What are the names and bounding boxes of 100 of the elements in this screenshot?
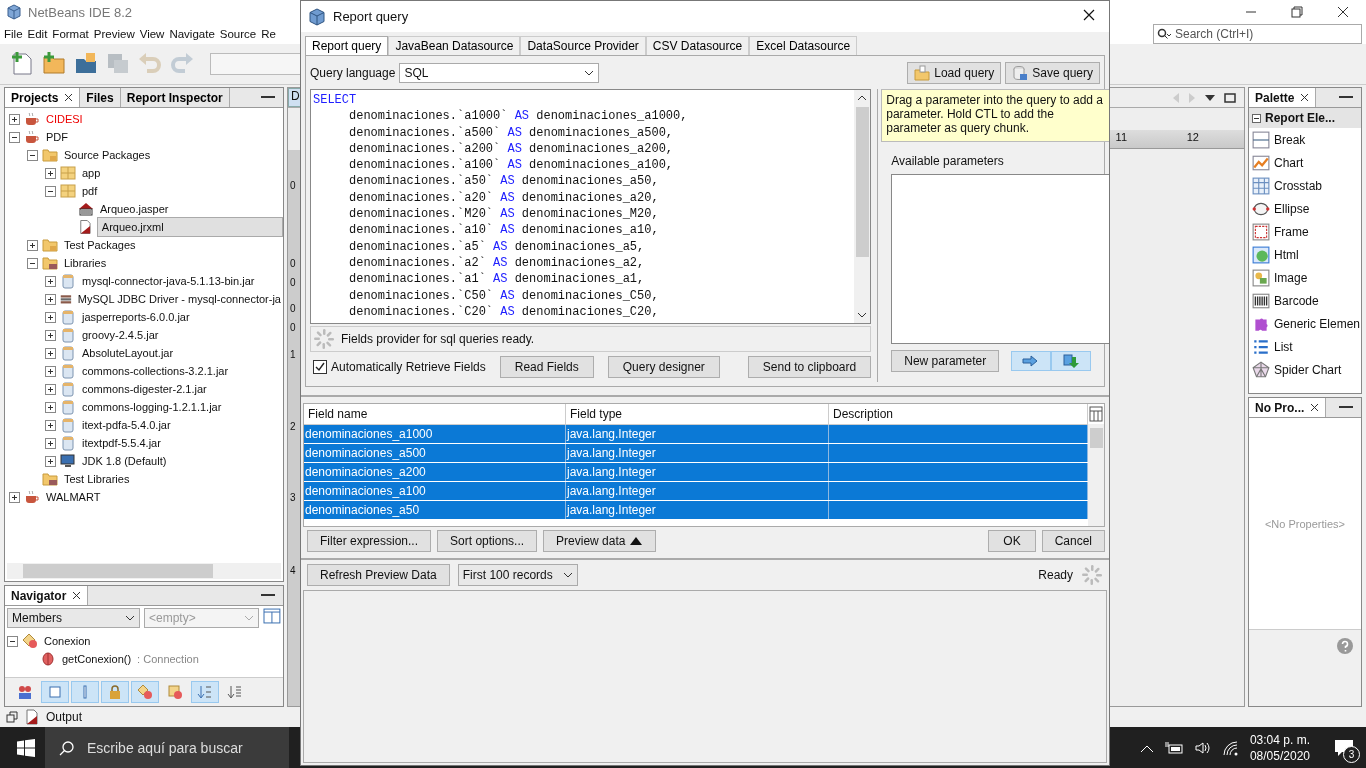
minimize-icon[interactable] <box>261 594 275 597</box>
tree-item[interactable]: commons-collections-3.2.1.jar <box>80 365 231 377</box>
close-icon[interactable] <box>64 93 74 102</box>
chevron-up-icon[interactable] <box>857 93 868 103</box>
tree-toggle[interactable] <box>45 383 56 395</box>
tree-item[interactable]: CIDESI <box>44 113 85 125</box>
palette-item[interactable]: Frame <box>1274 224 1309 239</box>
clock-date[interactable]: 08/05/2020 <box>1249 748 1310 763</box>
menu-item[interactable]: Preview <box>93 28 135 40</box>
tree-item[interactable]: groovy-2.4.5.jar <box>80 329 161 341</box>
tree-toggle[interactable] <box>27 257 38 269</box>
view-dropdown[interactable]: Members <box>7 608 140 628</box>
toggle-button[interactable] <box>101 681 129 703</box>
table-row[interactable]: denominaciones_a1000 java.lang.Integer <box>304 425 1088 444</box>
scrollbar-thumb[interactable] <box>1089 428 1103 448</box>
window-icon[interactable] <box>263 608 281 624</box>
menu-item[interactable]: File <box>4 28 23 40</box>
tab[interactable]: DataSource Provider <box>520 36 646 55</box>
scrollbar-track[interactable] <box>854 90 871 323</box>
search-field[interactable]: Search (Ctrl+I) <box>1153 24 1362 44</box>
tree-item[interactable]: commons-digester-2.1.jar <box>80 383 209 395</box>
tree-item[interactable]: getConexion() <box>60 653 134 665</box>
tree-item[interactable]: itextpdf-5.5.4.jar <box>80 437 163 449</box>
palette-item[interactable]: Crosstab <box>1274 178 1323 193</box>
tree-toggle[interactable] <box>45 365 56 377</box>
column-chooser-icon[interactable] <box>1088 404 1104 424</box>
records-dropdown[interactable]: First 100 records <box>457 564 578 586</box>
tree-item[interactable]: Test Packages <box>62 239 138 251</box>
action-button[interactable]: Read Fields <box>499 356 594 378</box>
tree-item[interactable]: commons-logging-1.2.1.1.jar <box>80 401 224 413</box>
output-tab[interactable]: Output <box>46 710 83 724</box>
column-header[interactable]: Description <box>829 404 1088 424</box>
tree-toggle[interactable] <box>45 437 56 449</box>
save-query-button[interactable]: Save query <box>1005 62 1100 84</box>
tree-item[interactable]: pdf <box>80 185 100 197</box>
battery-icon[interactable] <box>1163 740 1184 755</box>
menu-item[interactable]: View <box>139 28 165 40</box>
tree-toggle[interactable] <box>45 185 56 197</box>
minimize-icon[interactable] <box>1339 96 1353 99</box>
close-icon[interactable] <box>72 591 82 600</box>
tree-toggle[interactable] <box>1252 113 1261 123</box>
filter-button[interactable]: Filter expression... <box>307 530 432 552</box>
maximize-icon[interactable] <box>1224 91 1236 104</box>
tree-item[interactable]: WALMART <box>44 491 103 503</box>
checkbox-label[interactable]: Automatically Retrieve Fields <box>331 360 486 374</box>
close-icon[interactable] <box>1310 403 1320 412</box>
tree-item[interactable]: itext-pdfa-5.4.0.jar <box>80 419 173 431</box>
insert-chunk-button[interactable] <box>1051 351 1092 371</box>
tree-toggle[interactable] <box>45 329 56 341</box>
toggle-button[interactable] <box>41 681 69 703</box>
windows-logo-icon[interactable] <box>17 738 35 757</box>
menu-item[interactable]: Re <box>261 28 276 40</box>
tree-item[interactable]: PDF <box>44 131 70 143</box>
table-row[interactable]: denominaciones_a500 java.lang.Integer <box>304 444 1088 463</box>
tree-item[interactable]: Source Packages <box>62 149 153 161</box>
palette-item[interactable]: Spider Chart <box>1274 362 1342 377</box>
ok-button[interactable]: OK <box>988 530 1036 552</box>
taskbar-search[interactable]: Escribe aquí para buscar <box>45 727 289 768</box>
panel-tab[interactable]: Navigator <box>5 586 89 605</box>
close-icon[interactable] <box>1300 93 1310 102</box>
table-row[interactable]: denominaciones_a100 java.lang.Integer <box>304 482 1088 501</box>
refresh-button[interactable]: Refresh Preview Data <box>307 564 450 586</box>
tree-item[interactable]: Test Libraries <box>62 473 132 485</box>
sort-button[interactable]: Sort options... <box>437 530 538 552</box>
palette-item[interactable]: Generic Elemen <box>1274 316 1361 331</box>
tree-toggle[interactable] <box>45 419 56 431</box>
menu-item[interactable]: Edit <box>27 28 48 40</box>
action-button[interactable]: Query designer <box>607 356 720 378</box>
clock-time[interactable]: 03:04 p. m. <box>1249 732 1310 747</box>
toggle-button[interactable] <box>71 681 99 703</box>
query-editor[interactable] <box>310 89 872 324</box>
checkbox[interactable] <box>313 360 327 374</box>
tab[interactable]: CSV Datasource <box>645 36 750 55</box>
tab[interactable]: Excel Datasource <box>749 36 858 55</box>
tree-item[interactable]: jasperreports-6.0.0.jar <box>80 311 192 323</box>
tree-toggle[interactable] <box>9 491 20 503</box>
toggle-button[interactable] <box>191 681 219 703</box>
menu-item[interactable]: Navigate <box>169 28 215 40</box>
tree-toggle[interactable] <box>45 293 56 305</box>
restore-icon[interactable] <box>1291 6 1303 18</box>
tree-item[interactable]: Arqueo.jasper <box>98 203 171 215</box>
panel-tab[interactable]: No Pro... <box>1249 398 1327 417</box>
tree-toggle[interactable] <box>45 275 56 287</box>
tree-toggle[interactable] <box>27 149 38 161</box>
toggle-button[interactable] <box>131 681 159 703</box>
tree-toggle[interactable] <box>27 239 38 251</box>
column-header[interactable]: Field name <box>304 404 566 424</box>
tree-item[interactable]: MySQL JDBC Driver - mysql-connector-ja <box>75 293 283 305</box>
palette-item[interactable]: Ellipse <box>1274 201 1310 216</box>
tree-toggle[interactable] <box>45 347 56 359</box>
tab[interactable]: Report query <box>305 36 389 55</box>
wifi-icon[interactable] <box>1221 739 1240 756</box>
palette-item[interactable]: Break <box>1274 132 1306 147</box>
language-dropdown[interactable]: SQL <box>399 63 600 83</box>
tree-toggle[interactable] <box>45 167 56 179</box>
new-parameter-button[interactable]: New parameter <box>891 350 1000 372</box>
speaker-icon[interactable] <box>1193 740 1212 755</box>
scrollbar[interactable] <box>7 563 281 579</box>
load-query-button[interactable]: Load query <box>907 62 1002 84</box>
help-icon[interactable] <box>1337 638 1353 654</box>
